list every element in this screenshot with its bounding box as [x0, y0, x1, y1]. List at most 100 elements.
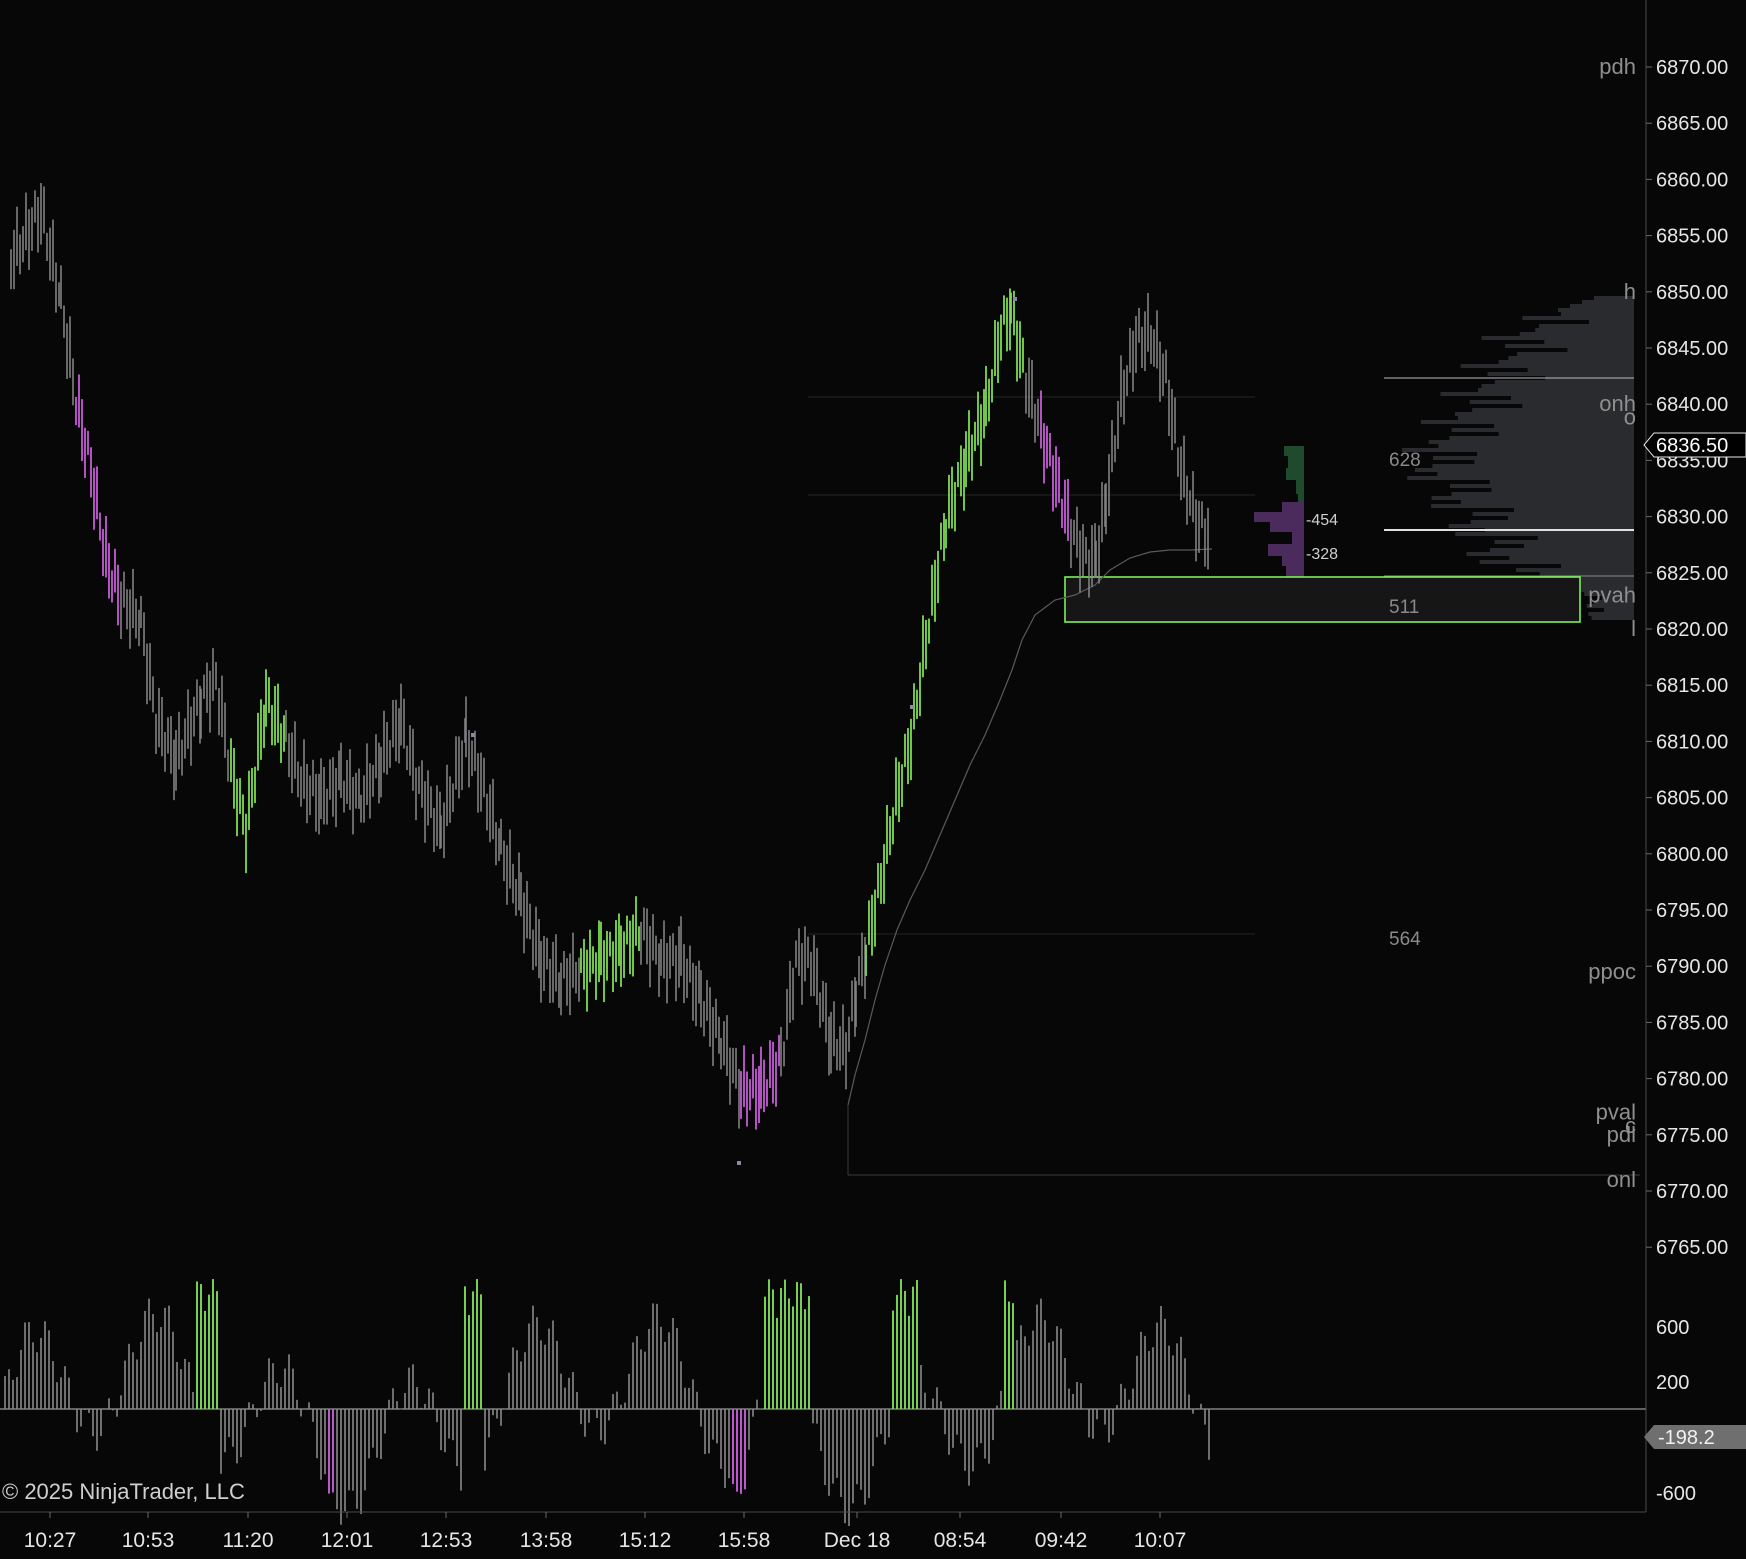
indicator-bar [124, 1361, 126, 1409]
indicator-bar [1032, 1331, 1034, 1409]
price-bar [108, 543, 110, 598]
volume-profile-bar [1517, 352, 1634, 356]
price-bar [486, 794, 488, 831]
volume-profile-bar [1402, 448, 1634, 452]
indicator-bar [484, 1409, 486, 1471]
price-bar [512, 864, 514, 903]
time-axis-tick-label: 15:58 [718, 1529, 771, 1552]
price-bar [907, 728, 909, 784]
price-bar [1174, 398, 1176, 444]
indicator-bar [644, 1352, 646, 1409]
trading-chart[interactable]: 6870.006865.006860.006855.006850.006845.… [0, 0, 1746, 1554]
price-bar [580, 948, 582, 973]
price-bar [403, 699, 405, 749]
price-bar [1111, 420, 1113, 472]
volume-profile-bar [1568, 348, 1634, 352]
price-bar [603, 940, 605, 1002]
price-bar [1186, 476, 1188, 525]
price-axis-tick-label: 6855.00 [1656, 226, 1728, 248]
price-bar [943, 513, 945, 561]
price-bar [615, 920, 617, 982]
indicator-bar [260, 1409, 262, 1411]
price-axis-tick-label: 6785.00 [1656, 1012, 1728, 1034]
price-bar [1126, 365, 1128, 396]
price-bar [810, 952, 812, 996]
indicator-bar [432, 1392, 434, 1409]
volume-profile-bar [1452, 428, 1634, 432]
price-bar [1046, 426, 1048, 469]
indicator-bar [88, 1409, 90, 1413]
price-bar [626, 916, 628, 945]
indicator-bar [1088, 1409, 1090, 1437]
indicator-bar [956, 1409, 958, 1435]
indicator-bar [904, 1291, 906, 1409]
indicator-bar [132, 1352, 134, 1409]
time-axis-tick-label: 10:07 [1134, 1529, 1187, 1552]
chart-canvas[interactable]: 6870.006865.006860.006855.006850.006845.… [0, 0, 1746, 1554]
indicator-bar [376, 1409, 378, 1458]
indicator-bar [1128, 1400, 1130, 1409]
volume-profile-bar [1508, 516, 1634, 520]
price-bar [529, 904, 531, 940]
price-bar [52, 220, 54, 282]
indicator-bar [476, 1279, 478, 1409]
indicator-bar [1016, 1340, 1018, 1409]
price-bar [471, 741, 473, 777]
price-bar [19, 234, 21, 274]
price-bar [715, 999, 717, 1038]
price-bar [1095, 541, 1097, 578]
volume-profile-bar [1539, 324, 1634, 328]
price-bar [578, 958, 580, 1002]
time-axis-tick-label: 12:53 [420, 1529, 473, 1552]
indicator-bar [696, 1392, 698, 1409]
price-bar [132, 569, 134, 628]
price-axis-tick-label: 6865.00 [1656, 113, 1728, 135]
level-label-h: h [1624, 279, 1636, 304]
indicator-bar [1184, 1358, 1186, 1409]
price-bar [500, 819, 502, 855]
level-label-ppoc: ppoc [1588, 959, 1636, 984]
price-bar [465, 696, 467, 757]
indicator-bar [192, 1392, 194, 1409]
price-bar [55, 263, 57, 313]
indicator-bar [200, 1284, 202, 1409]
price-bar [280, 723, 282, 763]
indicator-bar [444, 1409, 446, 1452]
footprint-value-328: -328 [1306, 546, 1338, 563]
price-bar [335, 768, 337, 827]
indicator-bar [936, 1387, 938, 1409]
indicator-tick: 600 [1656, 1317, 1689, 1339]
price-bar [173, 740, 175, 801]
price-bar [652, 914, 654, 960]
indicator-bar [1004, 1280, 1006, 1409]
price-bar [1138, 308, 1140, 343]
price-bar [455, 736, 457, 789]
price-bar [583, 939, 585, 990]
price-bar [230, 738, 232, 782]
price-bar [203, 675, 205, 699]
price-bar [700, 970, 702, 1027]
price-bar [871, 895, 873, 956]
indicator-bar [1040, 1299, 1042, 1409]
indicator-bar [964, 1409, 966, 1471]
indicator-bar [424, 1404, 426, 1409]
indicator-bar [264, 1382, 266, 1409]
price-bar [300, 766, 302, 806]
indicator-bar [912, 1287, 914, 1409]
price-bar [40, 183, 42, 244]
price-bar [798, 928, 800, 976]
value-zone-box[interactable] [1065, 577, 1580, 622]
price-bar [609, 932, 611, 957]
indicator-bar [836, 1409, 838, 1478]
volume-profile-bar [1592, 616, 1634, 620]
price-bar [833, 1001, 835, 1056]
price-bar [1201, 501, 1203, 528]
price-bar [306, 764, 308, 823]
indicator-bar [1080, 1383, 1082, 1409]
price-bar [560, 963, 562, 1016]
price-bar [703, 1001, 705, 1036]
price-bar [732, 1048, 734, 1083]
price-bar [193, 697, 195, 737]
indicator-bar [240, 1409, 242, 1457]
current-price-marker: 6836.50 [1644, 433, 1746, 457]
